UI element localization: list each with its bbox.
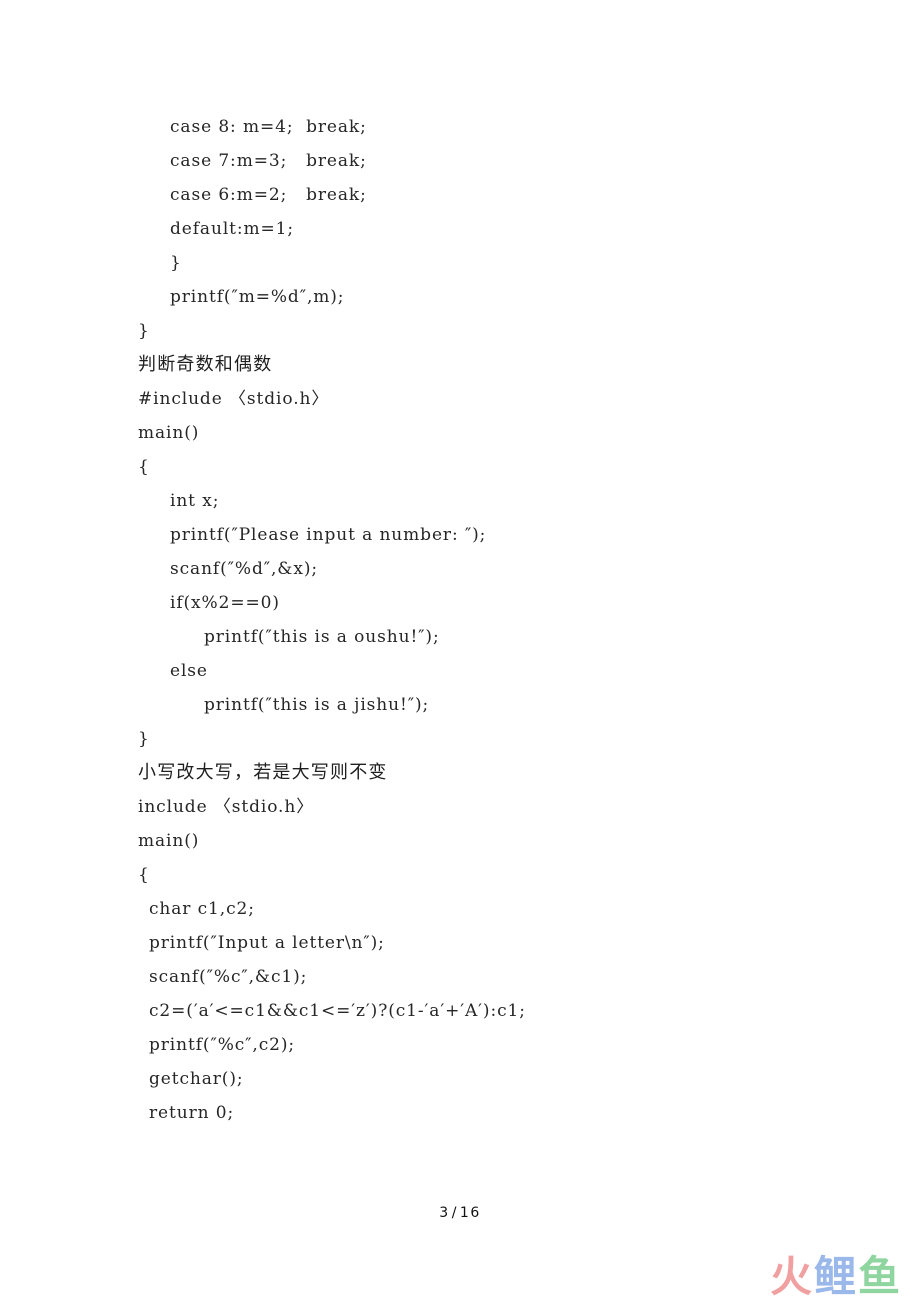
code-line: getchar();	[149, 1069, 244, 1089]
code-line: {	[138, 865, 150, 885]
page-content: case 8: m=4; break; case 7:m=3; break; cas…	[138, 110, 838, 1130]
code-line: printf(″Please input a number: ″);	[170, 525, 487, 545]
code-line: }	[138, 729, 150, 749]
code-line: #include 〈stdio.h〉	[138, 389, 330, 409]
code-line: case 7:m=3; break;	[170, 151, 367, 171]
code-line: printf(″this is a jishu!″);	[204, 695, 430, 715]
page-number-separator: /	[451, 1205, 458, 1221]
watermark-char: 火	[769, 1252, 814, 1301]
watermark-char: 鱼	[857, 1252, 902, 1301]
code-line: case 6:m=2; break;	[170, 185, 367, 205]
page-footer: 3/16	[0, 1205, 920, 1221]
code-line: int x;	[170, 491, 220, 511]
code-line: main()	[138, 831, 200, 851]
code-line: char c1,c2;	[149, 899, 255, 919]
code-line: printf(″this is a oushu!″);	[204, 627, 440, 647]
page-number-total: 16	[459, 1205, 481, 1221]
section-heading: 判断奇数和偶数	[138, 354, 273, 375]
code-line: {	[138, 457, 150, 477]
code-line: default:m=1;	[170, 219, 295, 239]
page-number-current: 3	[439, 1205, 450, 1221]
code-line: main()	[138, 423, 200, 443]
code-line: }	[138, 321, 150, 341]
code-line: if(x%2==0)	[170, 593, 280, 613]
section-heading: 小写改大写，若是大写则不变	[138, 762, 388, 783]
watermark-logo: 火鲤鱼	[770, 1256, 902, 1298]
code-line: printf(″m=%d″,m);	[170, 287, 345, 307]
code-line: else	[170, 661, 208, 681]
code-line: include 〈stdio.h〉	[138, 797, 315, 817]
code-line: scanf(″%c″,&c1);	[149, 967, 308, 987]
code-line: }	[170, 253, 182, 273]
code-line: scanf(″%d″,&x);	[170, 559, 318, 579]
watermark-char: 鲤	[813, 1252, 858, 1301]
code-line: printf(″Input a letter\n″);	[149, 933, 385, 953]
code-line: case 8: m=4; break;	[170, 117, 367, 137]
code-line: c2=(′a′<=c1&&c1<=′z′)?(c1-′a′+′A′):c1;	[149, 1001, 526, 1021]
code-line: return 0;	[149, 1103, 235, 1123]
code-line: printf(″%c″,c2);	[149, 1035, 296, 1055]
document-page: case 8: m=4; break; case 7:m=3; break; cas…	[0, 0, 920, 1302]
